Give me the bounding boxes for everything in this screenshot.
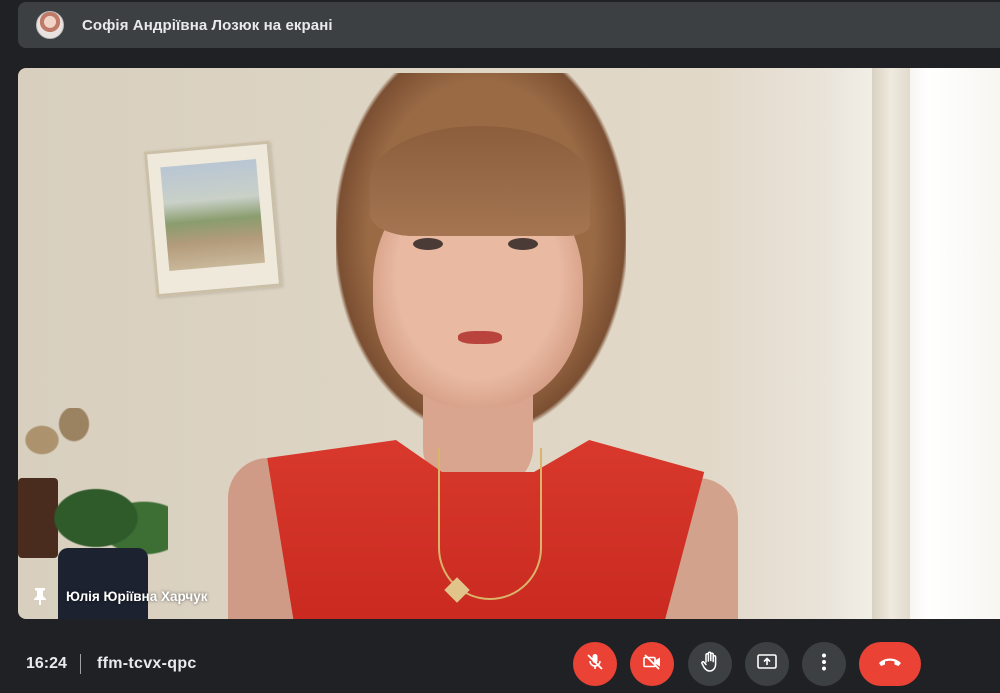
person-lips: [458, 331, 502, 344]
present-now-button[interactable]: [745, 642, 789, 686]
person-bangs: [370, 126, 590, 236]
necklace-chain: [438, 448, 542, 600]
curtain: [872, 68, 910, 619]
more-vert-icon: [821, 652, 827, 677]
meeting-code: ffm-tcvx-qpc: [97, 655, 197, 672]
microphone-toggle-button[interactable]: [573, 642, 617, 686]
presenter-title: Софія Андріївна Лозюк на екрані: [82, 16, 333, 34]
person-right-eye: [508, 238, 538, 250]
mic-off-icon: [585, 652, 605, 677]
leave-call-button[interactable]: [859, 642, 921, 686]
presenter-avatar: [36, 11, 64, 39]
raise-hand-button[interactable]: [688, 642, 732, 686]
call-controls-bar: 16:24 ffm-tcvx-qpc: [0, 630, 1000, 693]
participant-video-tile[interactable]: Юлія Юріївна Харчук: [18, 68, 1000, 619]
present-icon: [756, 652, 778, 677]
presentation-banner: Софія Андріївна Лозюк на екрані: [18, 2, 1000, 48]
clock-time: 16:24: [26, 655, 67, 672]
divider: [80, 654, 81, 674]
person-left-eye: [413, 238, 443, 250]
more-options-button[interactable]: [802, 642, 846, 686]
vase: [58, 548, 148, 619]
participant-name-tag: Юлія Юріївна Харчук: [32, 587, 208, 605]
camera-off-icon: [642, 652, 662, 677]
participant-name: Юлія Юріївна Харчук: [66, 588, 208, 604]
end-call-icon: [877, 655, 903, 674]
camera-toggle-button[interactable]: [630, 642, 674, 686]
hand-icon: [700, 651, 720, 678]
pin-icon[interactable]: [32, 587, 48, 605]
wall-painting: [143, 140, 283, 298]
